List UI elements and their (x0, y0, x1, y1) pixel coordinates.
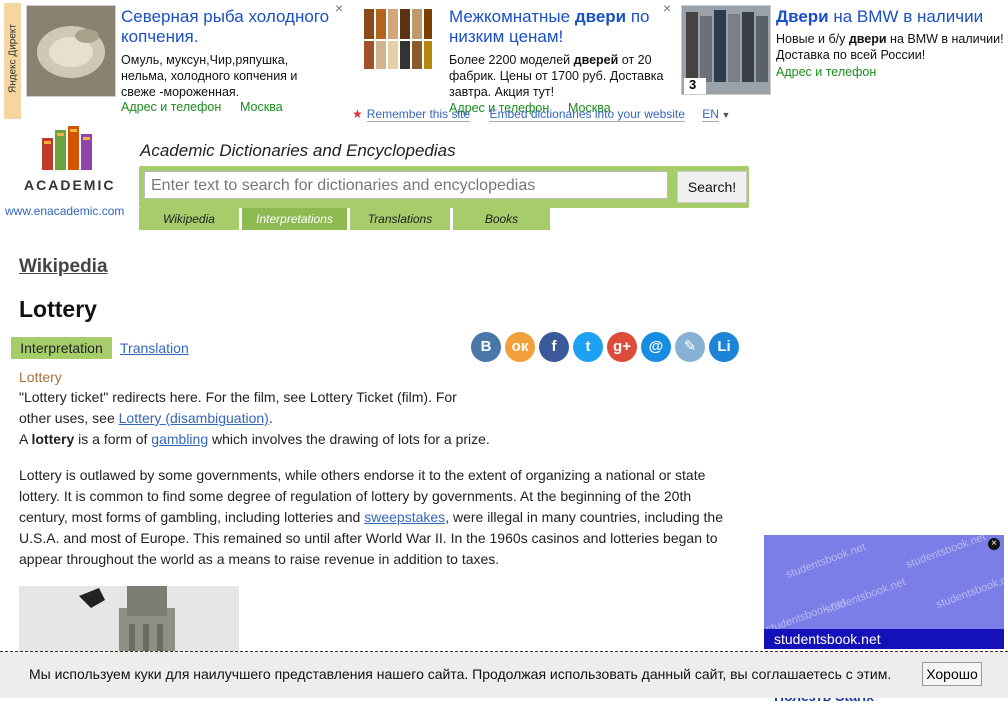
tab-books[interactable]: Books (453, 208, 550, 230)
ad-fish-text: Омуль, муксун,Чир,ряпушка, нельма, холод… (121, 53, 298, 99)
page-title: Lottery (19, 296, 97, 322)
ad-doors-title[interactable]: Межкомнатные двери по низким ценам! (449, 7, 669, 47)
ad-fish-address[interactable]: Адрес и телефон (121, 100, 221, 114)
watermark-text: studentsbook.net (934, 571, 1004, 611)
livejournal-icon[interactable]: ✎ (675, 332, 705, 362)
sidebar-ad[interactable]: studentsbook.net studentsbook.net studen… (764, 535, 1004, 649)
tab-wikipedia[interactable]: Wikipedia (139, 208, 239, 230)
google-plus-icon[interactable]: g+ (607, 332, 637, 362)
ad-bmw-title[interactable]: Двери на BMW в наличии (776, 7, 1008, 27)
books-logo-icon (42, 126, 92, 170)
close-icon[interactable]: × (988, 538, 1000, 550)
odnoklassniki-icon[interactable]: ок (505, 332, 535, 362)
embed-dictionaries-link[interactable]: Embed dictionaries into your website (489, 107, 685, 122)
body-paragraph: Lottery is outlawed by some governments,… (19, 467, 723, 567)
ad-bmw-thumb-badge: 3 (689, 77, 697, 92)
tab-interpretations[interactable]: Interpretations (242, 208, 347, 230)
tab-translations[interactable]: Translations (350, 208, 450, 230)
source-heading[interactable]: Wikipedia (19, 256, 108, 278)
watermark-text: studentsbook.net (904, 535, 988, 571)
lead-paragraph: A lottery is a form of gambling which in… (19, 431, 490, 447)
ad-bmw-text: Новые и б/у двери на BMW в наличии! Дост… (776, 32, 1004, 62)
search-bar: Enter text to search for dictionaries an… (139, 166, 749, 208)
interpretation-toggle[interactable]: Interpretation (11, 337, 112, 359)
cookie-accept-button[interactable]: Хорошо (922, 662, 982, 686)
ad-fish-close-icon[interactable]: × (335, 0, 343, 16)
academic-logo[interactable]: ACADEMIC (24, 126, 113, 193)
site-tools-row: ★ Remember this site Embed dictionaries i… (352, 107, 730, 122)
remember-site-link[interactable]: Remember this site (366, 107, 471, 122)
ad-fish-city[interactable]: Москва (240, 100, 283, 114)
gambling-link[interactable]: gambling (151, 431, 208, 447)
facebook-icon[interactable]: f (539, 332, 569, 362)
sweepstakes-link[interactable]: sweepstakes (364, 509, 445, 525)
language-selector[interactable]: EN (702, 107, 719, 122)
disambiguation-link[interactable]: Lottery (disambiguation) (119, 410, 269, 426)
sidebar-ad-label[interactable]: studentsbook.net (764, 629, 1004, 649)
star-icon: ★ (352, 107, 363, 121)
vk-icon[interactable]: В (471, 332, 501, 362)
ad-doors[interactable]: Межкомнатные двери по низким ценам! Боле… (362, 0, 680, 117)
site-title: Academic Dictionaries and Encyclopedias (140, 141, 456, 160)
chevron-down-icon[interactable]: ▼ (719, 110, 730, 120)
hatnote-paragraph: "Lottery ticket" redirects here. For the… (19, 389, 457, 426)
ad-doors-close-icon[interactable]: × (663, 0, 671, 16)
search-button[interactable]: Search! (677, 171, 747, 203)
liveinternet-icon[interactable]: Li (709, 332, 739, 362)
watermark-text: studentsbook.net (784, 541, 868, 581)
ad-fish-image (26, 5, 116, 97)
ad-bmw-address[interactable]: Адрес и телефон (776, 65, 876, 79)
ad-bmw-doors[interactable]: 3 Двери на BMW в наличии Новые и б/у две… (681, 5, 1008, 105)
ad-doors-image (362, 5, 434, 71)
translation-link[interactable]: Translation (120, 340, 189, 356)
ad-fish-title[interactable]: Северная рыба холодного копчения. (121, 7, 351, 47)
cookie-banner: Мы используем куки для наилучшего предст… (0, 651, 1008, 698)
ad-doors-text: Более 2200 моделей дверей от 20 фабрик. … (449, 53, 664, 99)
twitter-icon[interactable]: t (573, 332, 603, 362)
search-input[interactable]: Enter text to search for dictionaries an… (144, 171, 668, 199)
mail-icon[interactable]: @ (641, 332, 671, 362)
cookie-text: Мы используем куки для наилучшего предст… (29, 666, 892, 682)
yandex-direct-label: Яндекс Директ (4, 3, 21, 119)
brand-name: ACADEMIC (24, 177, 116, 193)
ad-fish[interactable]: Северная рыба холодного копчения. Омуль,… (26, 0, 356, 117)
article-category: Lottery (19, 369, 62, 385)
site-url-link[interactable]: www.enacademic.com (5, 204, 124, 218)
